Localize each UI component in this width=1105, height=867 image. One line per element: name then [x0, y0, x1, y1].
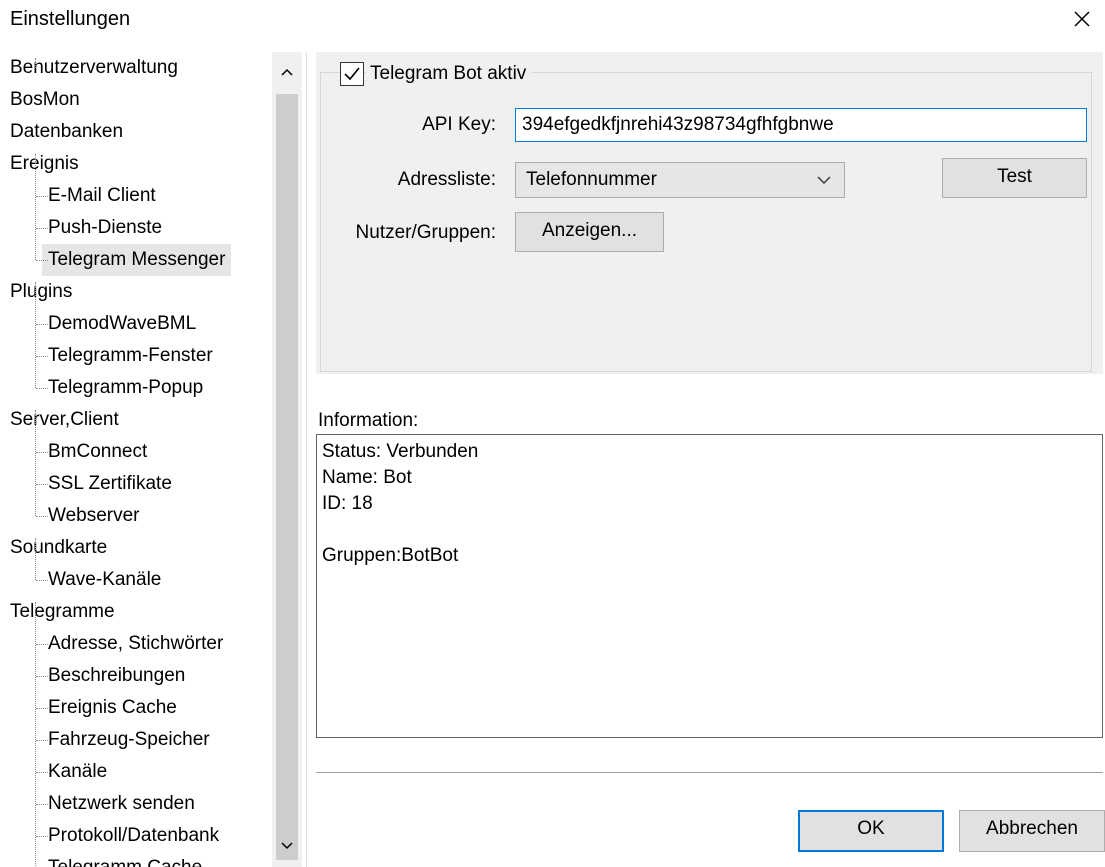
checkmark-icon: [344, 67, 360, 81]
tree-connector: [36, 452, 48, 453]
tree-category[interactable]: Telegramme: [10, 596, 115, 628]
tree-item[interactable]: Adresse, Stichwörter: [48, 628, 223, 660]
tree-connector: [36, 356, 48, 357]
tree-connector: [36, 836, 48, 837]
tree-connector: [36, 772, 48, 773]
tree-item[interactable]: Telegramm-Popup: [48, 372, 203, 404]
tree-connector: [36, 676, 48, 677]
tree-category[interactable]: Server,Client: [10, 404, 119, 436]
info-line: Gruppen:BotBot: [322, 545, 459, 566]
tree-item[interactable]: DemodWaveBML: [48, 308, 196, 340]
tree-item[interactable]: BmConnect: [48, 436, 147, 468]
tree-category[interactable]: Soundkarte: [10, 532, 107, 564]
tree-connector: [36, 196, 48, 197]
tree-item[interactable]: Telegram Messenger: [42, 244, 232, 276]
information-label: Information:: [318, 410, 419, 431]
info-line: [322, 517, 1097, 543]
tree-item[interactable]: Protokoll/Datenbank: [48, 820, 219, 852]
tree-item[interactable]: Fahrzeug-Speicher: [48, 724, 210, 756]
tree-connector: [36, 324, 48, 325]
address-list-value: Telefonnummer: [526, 169, 657, 190]
api-key-input[interactable]: 394efgedkfjnrehi43z98734gfhfgbnwe: [515, 108, 1087, 142]
tree-connector: [36, 484, 48, 485]
tree-category[interactable]: Ereignis: [10, 148, 79, 180]
tree-category[interactable]: BosMon: [10, 84, 80, 116]
bot-active-label[interactable]: Telegram Bot aktiv: [366, 60, 533, 88]
footer-divider-highlight: [316, 773, 1103, 774]
tree-item[interactable]: Wave-Kanäle: [48, 564, 161, 596]
tree-line: [35, 58, 36, 68]
chevron-down-icon: [817, 176, 831, 184]
tree-connector: [36, 580, 48, 581]
api-key-label: API Key:: [422, 114, 496, 135]
tree-item[interactable]: Webserver: [48, 500, 140, 532]
tree-item[interactable]: E-Mail Client: [48, 180, 156, 212]
tree-item[interactable]: Kanäle: [48, 756, 107, 788]
tree-category[interactable]: Datenbanken: [10, 116, 123, 148]
test-button[interactable]: Test: [942, 158, 1087, 198]
scrollbar-thumb[interactable]: [276, 94, 298, 860]
tree-item[interactable]: Beschreibungen: [48, 660, 185, 692]
tree-connector: [36, 260, 48, 261]
cancel-button[interactable]: Abbrechen: [959, 810, 1105, 852]
users-groups-label: Nutzer/Gruppen:: [355, 222, 496, 243]
tree-category[interactable]: Benutzerverwaltung: [10, 52, 178, 84]
tree-connector: [36, 516, 48, 517]
info-line: Status: Verbunden: [322, 441, 479, 462]
bot-active-checkbox[interactable]: [340, 62, 364, 86]
tree-item[interactable]: Netzwerk senden: [48, 788, 195, 820]
scroll-down-icon[interactable]: [277, 836, 297, 856]
tree-connector: [36, 740, 48, 741]
tree-line: [35, 602, 36, 867]
close-icon: [1074, 11, 1090, 27]
tree-item[interactable]: Telegramm Cache: [48, 852, 202, 867]
tree-item[interactable]: Telegramm-Fenster: [48, 340, 213, 372]
tree-connector: [36, 708, 48, 709]
tree-item[interactable]: Ereignis Cache: [48, 692, 177, 724]
tree-connector: [36, 388, 48, 389]
tree-item[interactable]: Push-Dienste: [48, 212, 162, 244]
tree-category[interactable]: Plugins: [10, 276, 72, 308]
scroll-up-icon[interactable]: [277, 62, 297, 82]
info-line: ID: 18: [322, 493, 373, 514]
address-list-select[interactable]: Telefonnummer: [515, 162, 845, 198]
close-button[interactable]: [1067, 2, 1097, 36]
show-users-button[interactable]: Anzeigen...: [515, 212, 664, 252]
tree-line: [35, 282, 36, 388]
window-title: Einstellungen: [10, 8, 131, 30]
ok-button[interactable]: OK: [798, 810, 944, 852]
information-box[interactable]: Status: Verbunden Name: Bot ID: 18 Grupp…: [316, 434, 1103, 738]
tree-connector: [36, 228, 48, 229]
tree-item[interactable]: SSL Zertifikate: [48, 468, 172, 500]
settings-tree[interactable]: Benutzerverwaltung BosMon Datenbanken Ereig…: [0, 52, 272, 867]
tree-line: [35, 154, 36, 260]
address-list-label: Adressliste:: [397, 169, 496, 190]
tree-line: [35, 538, 36, 580]
tree-connector: [36, 644, 48, 645]
info-line: Name: Bot: [322, 467, 412, 488]
tree-line: [35, 410, 36, 516]
tree-connector: [36, 804, 48, 805]
